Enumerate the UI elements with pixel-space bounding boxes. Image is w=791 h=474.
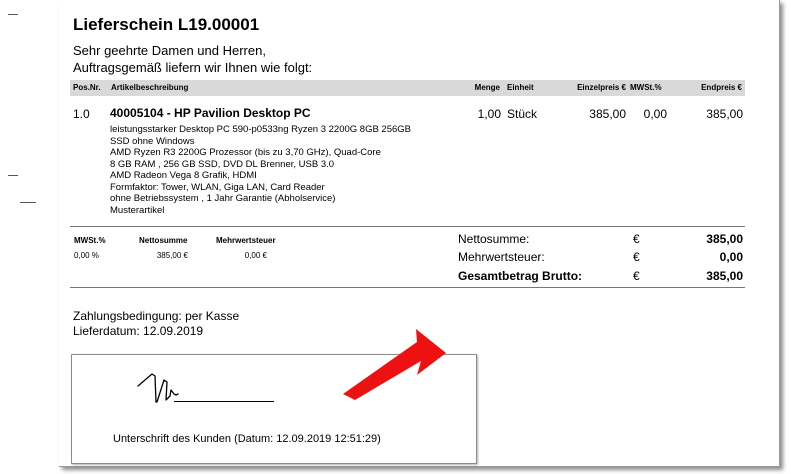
article-title: 40005104 - HP Pavilion Desktop PC bbox=[110, 106, 311, 120]
header-unit: Einheit bbox=[507, 83, 534, 92]
header-vat: MWSt.% bbox=[630, 83, 662, 92]
tax-total-value: 0,00 bbox=[719, 250, 743, 264]
vat-summary-tax-header: Mehrwertsteuer bbox=[216, 236, 276, 245]
header-unit-price: Einzelpreis € bbox=[577, 83, 626, 92]
vat-summary-net-header: Nettosumme bbox=[139, 236, 188, 245]
row-pos: 1.0 bbox=[73, 107, 90, 121]
tax-total-currency: € bbox=[633, 250, 640, 264]
net-total-label: Nettosumme: bbox=[458, 232, 530, 246]
header-quantity: Menge bbox=[474, 83, 500, 92]
document-title: Lieferschein L19.00001 bbox=[73, 15, 260, 34]
vat-summary-rate-header: MWSt.% bbox=[74, 236, 106, 245]
net-total-currency: € bbox=[633, 232, 640, 246]
margin-mark bbox=[8, 14, 18, 15]
gross-total-label: Gesamtbetrag Brutto: bbox=[458, 269, 583, 283]
signature-line bbox=[174, 401, 274, 402]
description-line: AMD Ryzen R3 2200G Prozessor (bis zu 3,7… bbox=[110, 147, 381, 158]
header-description: Artikelbeschreibung bbox=[111, 83, 189, 92]
vat-summary-tax: 0,00 € bbox=[244, 251, 267, 260]
gross-total-value: 385,00 bbox=[706, 269, 743, 283]
net-total-value: 385,00 bbox=[706, 232, 743, 246]
row-unit-price: 385,00 bbox=[589, 107, 626, 121]
divider bbox=[70, 287, 745, 288]
margin-mark bbox=[20, 202, 36, 203]
row-total: 385,00 bbox=[706, 107, 743, 121]
margin-mark bbox=[8, 175, 18, 176]
divider bbox=[70, 226, 745, 227]
vat-summary-rate: 0,00 % bbox=[74, 251, 99, 260]
red-arrow-annotation bbox=[343, 329, 446, 400]
article-description: leistungsstarker Desktop PC 590-p0533ng … bbox=[110, 124, 411, 216]
row-vat: 0,00 bbox=[643, 107, 667, 121]
greeting-text: Sehr geehrte Damen und Herren, bbox=[73, 43, 266, 58]
gross-total-currency: € bbox=[633, 269, 640, 283]
vat-summary-net: 385,00 € bbox=[156, 251, 188, 260]
description-line: Formfaktor: Tower, WLAN, Giga LAN, Card … bbox=[110, 181, 325, 193]
description-line: leistungsstarker Desktop PC 590-p0533ng … bbox=[110, 124, 412, 135]
payment-terms: Zahlungsbedingung: per Kasse bbox=[73, 309, 240, 323]
row-quantity: 1,00 bbox=[477, 107, 501, 121]
header-total: Endpreis € bbox=[701, 83, 742, 92]
description-line: Musterartikel bbox=[110, 204, 165, 216]
signature-label: Unterschrift des Kunden (Datum: 12.09.20… bbox=[113, 433, 381, 445]
row-unit: Stück bbox=[507, 107, 538, 121]
description-line: 8 GB RAM , 256 GB SSD, DVD DL Brenner, U… bbox=[110, 158, 335, 170]
description-line: ohne Betriebssystem , 1 Jahr Garantie (A… bbox=[110, 193, 336, 204]
header-pos: Pos.Nr. bbox=[73, 83, 101, 92]
description-line: AMD Radeon Vega 8 Grafik, HDMI bbox=[110, 170, 257, 181]
description-line: SSD ohne Windows bbox=[110, 135, 195, 147]
tax-total-label: Mehrwertsteuer: bbox=[458, 250, 545, 264]
intro-text: Auftragsgemäß liefern wir Ihnen wie folg… bbox=[73, 60, 313, 75]
delivery-date: Lieferdatum: 12.09.2019 bbox=[73, 324, 204, 338]
